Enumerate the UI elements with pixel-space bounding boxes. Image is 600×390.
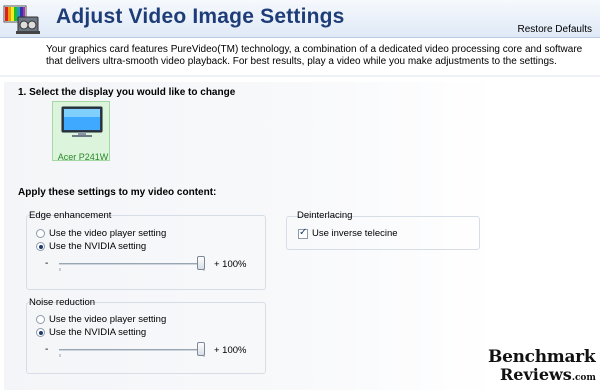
edge-value: + 100%: [214, 259, 247, 270]
edge-option-player[interactable]: Use the video player setting: [36, 228, 166, 239]
apply-settings-title: Apply these settings to my video content…: [18, 187, 217, 198]
video-settings-icon: [3, 5, 40, 34]
edge-enhancement-group: [26, 215, 266, 290]
logo-line2: Reviews: [500, 365, 572, 384]
edge-nvidia-label: Use the NVIDIA setting: [49, 241, 147, 252]
noise-player-radio[interactable]: [36, 315, 45, 324]
divider: [0, 75, 600, 77]
noise-player-label: Use the video player setting: [49, 314, 167, 325]
header-bar: Adjust Video Image Settings Restore Defa…: [0, 0, 600, 38]
edge-player-label: Use the video player setting: [49, 228, 167, 239]
edge-slider-ticks: [59, 268, 205, 271]
logo-suffix: .com: [571, 373, 596, 383]
page-description: Your graphics card features PureVideo(TM…: [46, 44, 583, 67]
inverse-telecine-option[interactable]: Use inverse telecine: [298, 227, 398, 239]
page-title: Adjust Video Image Settings: [56, 5, 345, 28]
edge-enhancement-label: Edge enhancement: [29, 210, 112, 221]
noise-reduction-group: [26, 302, 266, 374]
inverse-telecine-checkbox[interactable]: [298, 227, 308, 239]
benchmark-reviews-logo: Benchmark Reviews.com: [488, 348, 600, 390]
noise-slider-ticks: [59, 354, 205, 357]
edge-slider-track[interactable]: [59, 263, 205, 265]
section-display-title: 1. Select the display you would like to …: [18, 87, 236, 98]
edge-slider-thumb[interactable]: [197, 256, 205, 270]
edge-minus-label: -: [45, 258, 49, 269]
noise-minus-label: -: [45, 344, 49, 355]
logo-line1: Benchmark: [488, 347, 596, 367]
noise-reduction-label: Noise reduction: [29, 297, 96, 308]
noise-nvidia-label: Use the NVIDIA setting: [49, 327, 147, 338]
display-name: Acer P241W: [57, 152, 109, 162]
edge-option-nvidia[interactable]: Use the NVIDIA setting: [36, 241, 146, 252]
noise-value: + 100%: [214, 345, 247, 356]
restore-defaults-link[interactable]: Restore Defaults: [518, 24, 592, 35]
monitor-icon: [61, 106, 103, 137]
inverse-telecine-label: Use inverse telecine: [312, 228, 398, 239]
noise-nvidia-radio[interactable]: [36, 328, 45, 337]
noise-slider-track[interactable]: [59, 349, 205, 351]
noise-option-nvidia[interactable]: Use the NVIDIA setting: [36, 327, 146, 338]
noise-option-player[interactable]: Use the video player setting: [36, 314, 166, 325]
edge-player-radio[interactable]: [36, 229, 45, 238]
edge-nvidia-radio[interactable]: [36, 242, 45, 251]
deinterlacing-label: Deinterlacing: [297, 210, 353, 221]
noise-slider-thumb[interactable]: [197, 342, 205, 356]
